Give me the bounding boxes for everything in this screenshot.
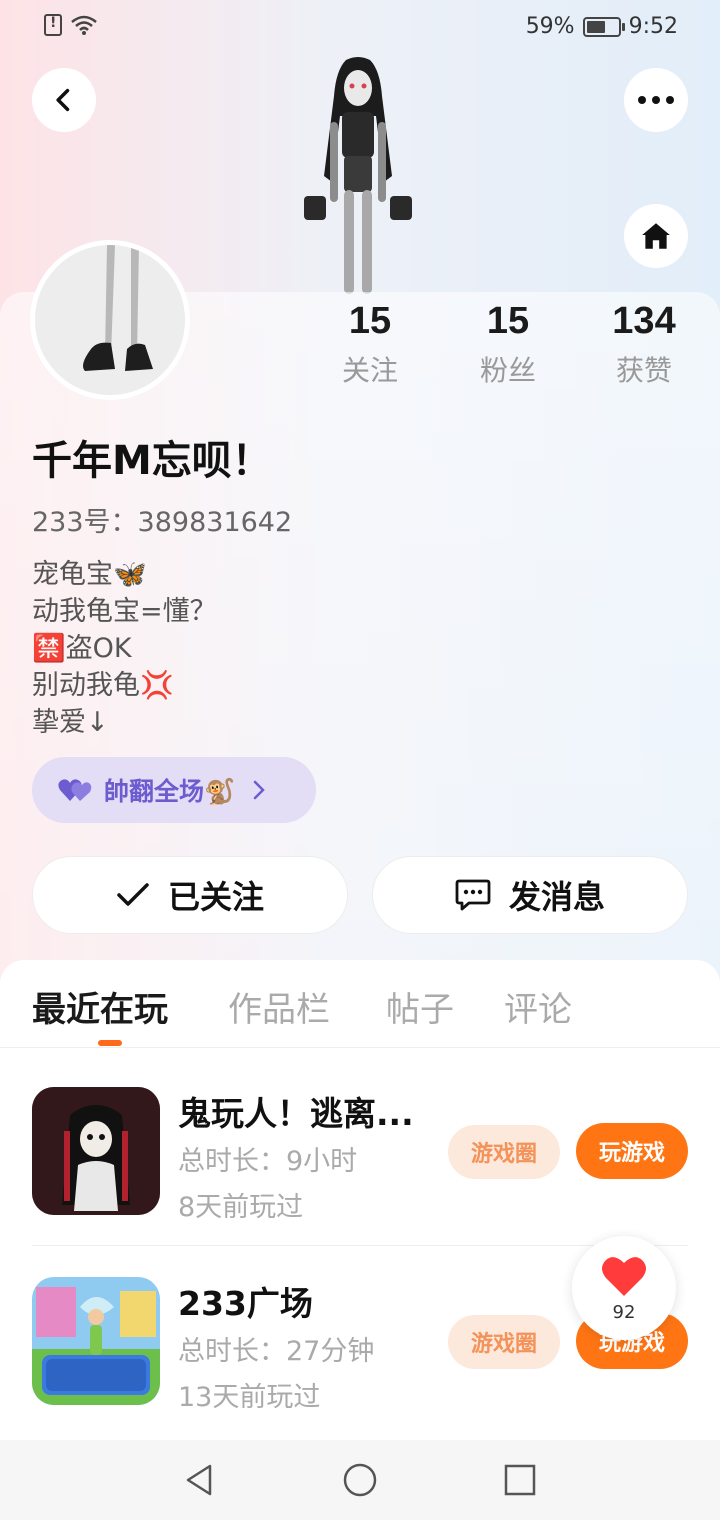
stat-following-count: 15: [348, 300, 392, 342]
bio: 宠龟宝🦋 动我龟宝=懂？ 🈲盗OK 别动我龟💢 挚爱↓: [32, 556, 217, 741]
stat-following-label: 关注: [341, 354, 398, 387]
more-dots-icon: [638, 96, 674, 104]
avatar-figure: [304, 57, 412, 294]
checkmark-icon: [117, 883, 149, 906]
user-id-value: 389831642: [137, 507, 293, 538]
more-options-button[interactable]: [624, 68, 688, 132]
send-message-button-label: 发消息: [508, 878, 605, 916]
send-message-button[interactable]: 发消息: [372, 856, 688, 934]
stat-fans[interactable]: 15 粉丝: [438, 300, 578, 389]
nav-back-icon[interactable]: [182, 1462, 218, 1498]
battery-icon: [582, 16, 625, 37]
tab-posts[interactable]: 帖子: [386, 982, 454, 1031]
chevron-right-icon: [253, 780, 265, 800]
game-icon: [32, 1087, 160, 1215]
nav-home-icon[interactable]: [342, 1462, 378, 1498]
play-game-button[interactable]: 玩游戏: [576, 1123, 688, 1179]
home-icon: [642, 223, 670, 249]
tab-comments[interactable]: 评论: [504, 982, 572, 1031]
battery-percent: 59%: [525, 14, 575, 39]
stat-likes[interactable]: 134 获赞: [574, 300, 714, 389]
relationship-tag-label: 帥翻全场🐒: [104, 777, 236, 806]
bio-line: 动我龟宝=懂？: [32, 596, 217, 627]
relationship-tag[interactable]: 帥翻全场🐒: [32, 757, 316, 823]
status-bar: 59% 9:52: [0, 0, 720, 56]
chevron-left-icon: [56, 88, 70, 112]
like-count: 92: [612, 1302, 636, 1323]
heart-icon: [602, 1257, 646, 1296]
followed-button-label: 已关注: [167, 878, 264, 916]
game-last-played: 8天前玩过: [178, 1192, 304, 1223]
game-duration: 总时长：27分钟: [178, 1336, 375, 1367]
row-divider: [32, 1245, 688, 1246]
bio-line: 🈲盗OK: [32, 633, 132, 664]
system-navigation-bar: [0, 1440, 720, 1520]
stat-fans-label: 粉丝: [479, 354, 536, 387]
bio-line: 挚爱↓: [32, 707, 109, 738]
clock: 9:52: [628, 14, 678, 39]
game-icon: [32, 1277, 160, 1405]
tab-recently-played[interactable]: 最近在玩: [32, 982, 168, 1031]
user-id: 233号：389831642: [32, 500, 292, 539]
nav-recents-icon[interactable]: [502, 1462, 538, 1498]
double-heart-icon: [58, 779, 92, 801]
game-title: 233广场: [178, 1284, 313, 1323]
stats-row: 15 关注 15 粉丝 134 获赞: [300, 300, 720, 400]
followed-button[interactable]: 已关注: [32, 856, 348, 934]
stat-fans-count: 15: [486, 300, 530, 342]
game-list-item[interactable]: 鬼玩人！逃离... 总时长：9小时 8天前玩过 游戏圈 玩游戏: [32, 1087, 688, 1223]
game-circle-button[interactable]: 游戏圈: [448, 1125, 560, 1179]
tab-divider: [0, 1047, 720, 1048]
sim-alert-icon: [44, 14, 62, 36]
user-id-label: 233号：: [32, 507, 138, 538]
bio-line: 宠龟宝🦋: [32, 559, 147, 590]
game-last-played: 13天前玩过: [178, 1382, 321, 1413]
nickname: 千年M忘呗！: [32, 438, 272, 484]
chat-bubble-icon: [455, 879, 491, 911]
tab-works[interactable]: 作品栏: [228, 982, 330, 1031]
bio-line: 别动我龟💢: [32, 670, 174, 701]
game-duration: 总时长：9小时: [178, 1146, 358, 1177]
avatar[interactable]: [30, 240, 190, 400]
game-circle-button[interactable]: 游戏圈: [448, 1315, 560, 1369]
stat-likes-label: 获赞: [615, 354, 672, 387]
back-button[interactable]: [32, 68, 96, 132]
home-button[interactable]: [624, 204, 688, 268]
tab-bar: 最近在玩 作品栏 帖子 评论: [32, 982, 692, 1042]
tab-active-indicator: [98, 1040, 122, 1046]
like-float-button[interactable]: 92: [572, 1236, 676, 1340]
game-title: 鬼玩人！逃离...: [178, 1094, 414, 1133]
stat-likes-count: 134: [612, 300, 676, 342]
avatar-image: [35, 245, 185, 395]
stat-following[interactable]: 15 关注: [300, 300, 440, 389]
wifi-icon: [71, 15, 97, 35]
